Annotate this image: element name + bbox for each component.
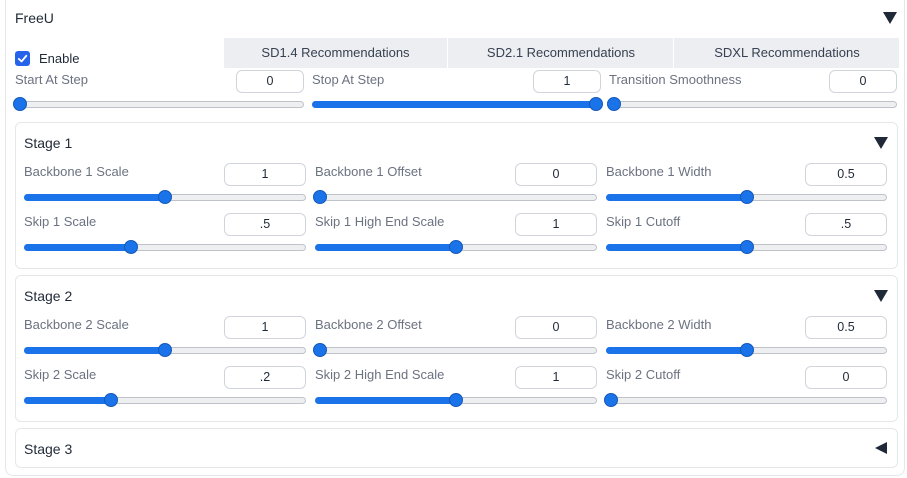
- stage-3-title: Stage 3: [24, 441, 73, 457]
- stage-2-triangle-down-icon[interactable]: [874, 290, 888, 302]
- skip-2-scale-number-input[interactable]: .2: [224, 366, 306, 389]
- backbone-2-scale-label: Backbone 2 Scale: [24, 317, 129, 332]
- skip-2-cutoff-label: Skip 2 Cutoff: [606, 367, 681, 382]
- backbone-2-width-slider-fill: [606, 347, 747, 354]
- backbone-2-scale-slider-thumb[interactable]: [158, 343, 172, 357]
- stage-1-triangle-down-icon[interactable]: [874, 137, 888, 149]
- stage-1-panel: Stage 1 Backbone 1 Scale 1 Backbone 1 Offs…: [15, 122, 898, 269]
- backbone-2-scale-slider-fill: [24, 347, 165, 354]
- backbone-2-width-slider-thumb[interactable]: [740, 343, 754, 357]
- start-at-step-slider-thumb[interactable]: [13, 97, 27, 111]
- stage-2-panel: Stage 2 Backbone 2 Scale 1 Backbone 2 Offs…: [15, 275, 898, 422]
- backbone-1-offset-number-input[interactable]: 0: [515, 163, 597, 186]
- backbone-2-width-label: Backbone 2 Width: [606, 317, 712, 332]
- skip-1-cutoff-slider-fill: [606, 244, 747, 251]
- enable-checkbox-row[interactable]: Enable: [15, 51, 79, 66]
- backbone-2-offset-number-input[interactable]: 0: [515, 316, 597, 339]
- skip-2-cutoff-slider[interactable]: [606, 397, 887, 404]
- backbone-1-offset-slider-thumb[interactable]: [313, 190, 327, 204]
- freeu-panel: FreeU Enable SD1.4 Recommendations SD2.1…: [5, 0, 905, 476]
- skip-1-high-end-scale-label: Skip 1 High End Scale: [315, 214, 445, 229]
- backbone-1-scale-slider-thumb[interactable]: [158, 190, 172, 204]
- skip-1-scale-number-input[interactable]: .5: [224, 213, 306, 236]
- sdxl-recommendations-button[interactable]: SDXL Recommendations: [675, 38, 899, 68]
- start-at-step-slider[interactable]: [15, 101, 304, 108]
- backbone-1-scale-number-input[interactable]: 1: [224, 163, 306, 186]
- skip-2-high-end-scale-slider-fill: [315, 397, 456, 404]
- skip-1-scale-slider-thumb[interactable]: [124, 240, 138, 254]
- skip-2-scale-slider-thumb[interactable]: [104, 393, 118, 407]
- check-icon: [17, 54, 28, 63]
- skip-2-cutoff-number-input[interactable]: 0: [805, 366, 887, 389]
- transition-smoothness-slider[interactable]: [609, 101, 897, 108]
- enable-label: Enable: [39, 51, 80, 66]
- backbone-2-offset-label: Backbone 2 Offset: [315, 317, 422, 332]
- skip-2-high-end-scale-label: Skip 2 High End Scale: [315, 367, 445, 382]
- backbone-2-scale-number-input[interactable]: 1: [224, 316, 306, 339]
- skip-1-cutoff-number-input[interactable]: .5: [805, 213, 887, 236]
- stage-3-panel[interactable]: Stage 3: [15, 428, 898, 468]
- enable-checkbox[interactable]: [15, 51, 30, 66]
- skip-2-scale-slider-fill: [24, 397, 111, 404]
- backbone-2-offset-slider-thumb[interactable]: [313, 343, 327, 357]
- stage-3-triangle-left-icon[interactable]: [875, 442, 887, 454]
- stop-at-step-slider-fill: [312, 101, 601, 108]
- skip-2-high-end-scale-number-input[interactable]: 1: [515, 366, 597, 389]
- backbone-2-width-number-input[interactable]: 0.5: [805, 316, 887, 339]
- collapse-triangle-down-icon[interactable]: [883, 12, 897, 24]
- sd14-recommendations-button[interactable]: SD1.4 Recommendations: [224, 38, 448, 68]
- stage-1-title: Stage 1: [24, 135, 73, 151]
- skip-1-scale-slider-fill: [24, 244, 131, 251]
- skip-2-cutoff-slider-thumb[interactable]: [604, 393, 618, 407]
- backbone-1-offset-label: Backbone 1 Offset: [315, 164, 422, 179]
- backbone-1-width-slider-thumb[interactable]: [740, 190, 754, 204]
- skip-2-high-end-scale-slider-thumb[interactable]: [449, 393, 463, 407]
- skip-1-high-end-scale-slider-thumb[interactable]: [449, 240, 463, 254]
- skip-1-high-end-scale-slider-fill: [315, 244, 456, 251]
- stop-at-step-slider-thumb[interactable]: [589, 97, 603, 111]
- start-at-step-label: Start At Step: [15, 72, 88, 87]
- skip-1-scale-label: Skip 1 Scale: [24, 214, 97, 229]
- backbone-1-scale-label: Backbone 1 Scale: [24, 164, 129, 179]
- skip-1-cutoff-slider-thumb[interactable]: [740, 240, 754, 254]
- backbone-1-width-number-input[interactable]: 0.5: [805, 163, 887, 186]
- freeu-title: FreeU: [15, 10, 54, 26]
- stage-2-title: Stage 2: [24, 288, 73, 304]
- backbone-1-width-slider-fill: [606, 194, 747, 201]
- backbone-2-offset-slider[interactable]: [315, 347, 597, 354]
- stop-at-step-number-input[interactable]: 1: [533, 70, 601, 93]
- backbone-1-width-label: Backbone 1 Width: [606, 164, 712, 179]
- preset-buttons: SD1.4 Recommendations SD2.1 Recommendati…: [224, 38, 899, 68]
- skip-1-cutoff-label: Skip 1 Cutoff: [606, 214, 681, 229]
- transition-smoothness-slider-thumb[interactable]: [607, 97, 621, 111]
- transition-smoothness-number-input[interactable]: 0: [829, 70, 897, 93]
- backbone-1-scale-slider-fill: [24, 194, 165, 201]
- start-at-step-number-input[interactable]: 0: [236, 70, 304, 93]
- transition-smoothness-label: Transition Smoothness: [609, 72, 742, 87]
- stop-at-step-label: Stop At Step: [312, 72, 385, 87]
- backbone-1-offset-slider[interactable]: [315, 194, 597, 201]
- skip-1-high-end-scale-number-input[interactable]: 1: [515, 213, 597, 236]
- sd21-recommendations-button[interactable]: SD2.1 Recommendations: [449, 38, 674, 68]
- skip-2-scale-label: Skip 2 Scale: [24, 367, 97, 382]
